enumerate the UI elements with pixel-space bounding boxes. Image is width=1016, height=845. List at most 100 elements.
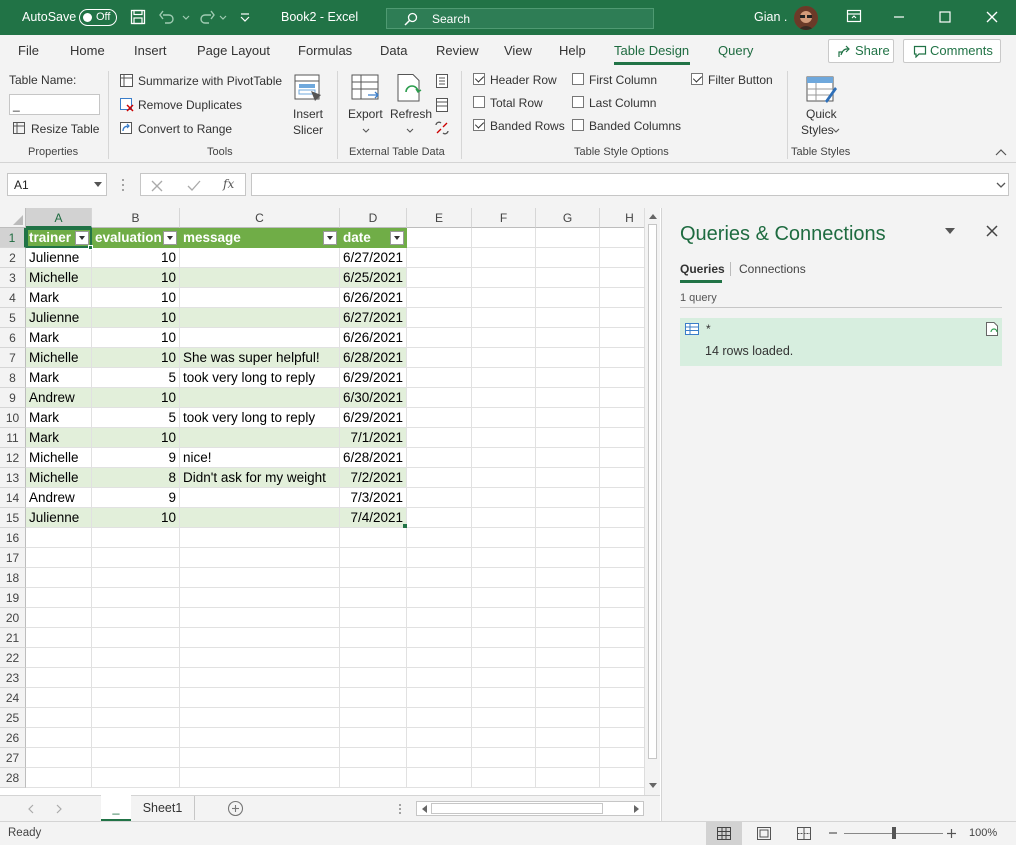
- cell[interactable]: [180, 628, 340, 648]
- cell[interactable]: [180, 748, 340, 768]
- cell[interactable]: [472, 708, 536, 728]
- hscroll-thumb[interactable]: [431, 803, 603, 814]
- cell[interactable]: [340, 588, 407, 608]
- table-cell-date[interactable]: 6/30/2021: [340, 388, 407, 408]
- table-cell-trainer[interactable]: Mark: [26, 428, 92, 448]
- redo-icon[interactable]: [198, 9, 216, 25]
- column-header-a[interactable]: A: [26, 208, 92, 228]
- worksheet-grid[interactable]: ABCDEFGH 1 2 3 4 5 6 7 8 9 10 11 12 13 14 15 16 17 18 19 20…: [0, 208, 660, 795]
- ribbon-display-options-icon[interactable]: [846, 9, 862, 23]
- add-sheet-icon[interactable]: [227, 800, 244, 817]
- cell[interactable]: [407, 628, 472, 648]
- cell[interactable]: [536, 268, 600, 288]
- cell[interactable]: [26, 628, 92, 648]
- table-cell-date[interactable]: 7/4/2021: [340, 508, 407, 528]
- scroll-right-icon[interactable]: [633, 805, 641, 813]
- scroll-left-icon[interactable]: [420, 805, 428, 813]
- cell[interactable]: [536, 648, 600, 668]
- row-header[interactable]: 20: [0, 608, 26, 628]
- table-cell-message[interactable]: [180, 308, 340, 328]
- select-all-corner[interactable]: [0, 208, 26, 228]
- query-refresh-icon[interactable]: [985, 321, 999, 337]
- query-item[interactable]: * 14 rows loaded.: [680, 318, 1002, 366]
- row-header[interactable]: 14: [0, 488, 26, 508]
- table-resize-handle[interactable]: [403, 524, 407, 528]
- summarize-pivottable-button[interactable]: Summarize with PivotTable: [119, 72, 285, 90]
- column-header-b[interactable]: B: [92, 208, 180, 228]
- cell[interactable]: [472, 408, 536, 428]
- row-header[interactable]: 26: [0, 728, 26, 748]
- cell[interactable]: [26, 608, 92, 628]
- user-name[interactable]: Gian .: [754, 10, 787, 24]
- cell[interactable]: [536, 568, 600, 588]
- cell[interactable]: [407, 368, 472, 388]
- cell[interactable]: [472, 388, 536, 408]
- tab-formulas[interactable]: Formulas: [298, 43, 352, 58]
- cell[interactable]: [26, 768, 92, 788]
- close-pane-icon[interactable]: [986, 225, 998, 237]
- cell[interactable]: [26, 648, 92, 668]
- close-window-icon[interactable]: [986, 11, 998, 23]
- cell[interactable]: [180, 588, 340, 608]
- cell[interactable]: [472, 748, 536, 768]
- row-header[interactable]: 9: [0, 388, 26, 408]
- cell[interactable]: [340, 708, 407, 728]
- cell[interactable]: [407, 648, 472, 668]
- row-header[interactable]: 19: [0, 588, 26, 608]
- cell[interactable]: [180, 688, 340, 708]
- cell[interactable]: [536, 388, 600, 408]
- cell[interactable]: [92, 548, 180, 568]
- row-header[interactable]: 25: [0, 708, 26, 728]
- tab-home[interactable]: Home: [70, 43, 105, 58]
- table-cell-trainer[interactable]: Andrew: [26, 388, 92, 408]
- table-cell-message[interactable]: [180, 248, 340, 268]
- cell[interactable]: [92, 568, 180, 588]
- cell[interactable]: [180, 528, 340, 548]
- first-column-checkbox[interactable]: [572, 73, 584, 85]
- cell[interactable]: [26, 548, 92, 568]
- row-header[interactable]: 15: [0, 508, 26, 528]
- cell[interactable]: [407, 408, 472, 428]
- cell[interactable]: [472, 308, 536, 328]
- table-cell-message[interactable]: [180, 508, 340, 528]
- table-cell-trainer[interactable]: Andrew: [26, 488, 92, 508]
- cell[interactable]: [407, 568, 472, 588]
- cell[interactable]: [536, 668, 600, 688]
- tab-page-layout[interactable]: Page Layout: [197, 43, 270, 58]
- zoom-slider-thumb[interactable]: [891, 827, 896, 839]
- vertical-scrollbar[interactable]: [644, 208, 660, 795]
- cell[interactable]: [407, 588, 472, 608]
- redo-dropdown-icon[interactable]: [218, 9, 228, 25]
- cell[interactable]: [536, 368, 600, 388]
- cell[interactable]: [472, 228, 536, 248]
- row-header[interactable]: 16: [0, 528, 26, 548]
- search-box[interactable]: Search: [386, 8, 654, 29]
- cell[interactable]: [92, 708, 180, 728]
- tab-query[interactable]: Query: [718, 43, 753, 58]
- cell[interactable]: [407, 748, 472, 768]
- expand-formula-bar-icon[interactable]: [996, 182, 1006, 189]
- cell[interactable]: [92, 588, 180, 608]
- last-column-checkbox[interactable]: [572, 96, 584, 108]
- row-header[interactable]: 11: [0, 428, 26, 448]
- cell[interactable]: [340, 628, 407, 648]
- cell[interactable]: [472, 528, 536, 548]
- cell[interactable]: [472, 568, 536, 588]
- cell[interactable]: [407, 668, 472, 688]
- banded-columns-checkbox[interactable]: [572, 119, 584, 131]
- cancel-icon[interactable]: [151, 180, 163, 192]
- cell[interactable]: [536, 708, 600, 728]
- table-cell-evaluation[interactable]: 9: [92, 488, 180, 508]
- cell[interactable]: [472, 448, 536, 468]
- cell[interactable]: [472, 328, 536, 348]
- table-cell-evaluation[interactable]: 10: [92, 308, 180, 328]
- table-cell-trainer[interactable]: Mark: [26, 328, 92, 348]
- cell[interactable]: [180, 708, 340, 728]
- row-header[interactable]: 21: [0, 628, 26, 648]
- table-cell-message[interactable]: [180, 488, 340, 508]
- comments-button[interactable]: Comments: [903, 39, 1001, 63]
- table-name-input[interactable]: _: [9, 94, 100, 115]
- insert-function-icon[interactable]: fx: [223, 177, 234, 191]
- cell[interactable]: [472, 648, 536, 668]
- table-cell-message[interactable]: Didn't ask for my weight: [180, 468, 340, 488]
